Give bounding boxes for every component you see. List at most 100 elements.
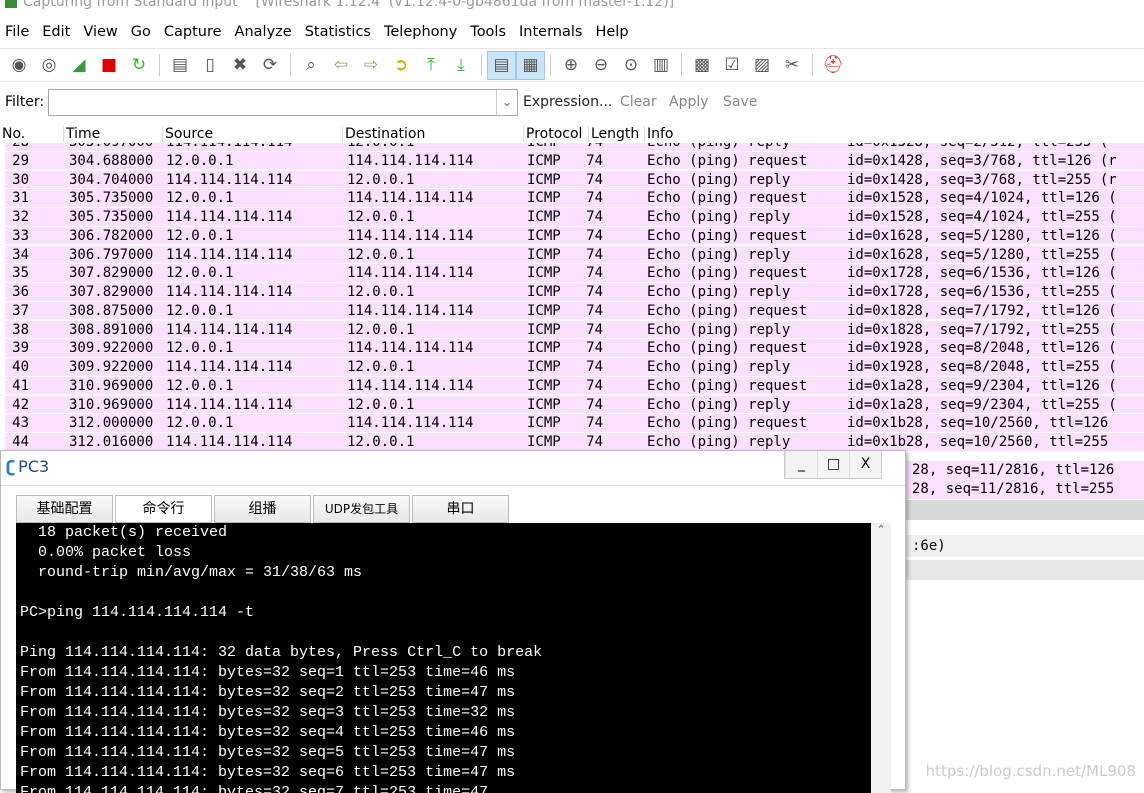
menu-file[interactable]: File xyxy=(0,22,37,46)
packet-row[interactable]: 43 312.000000 12.0.0.1 114.114.114.114 ICMP 7… xyxy=(5,414,1144,433)
menu-telephony[interactable]: Telephony xyxy=(379,22,465,46)
packet-row[interactable]: 36 307.829000 114.114.114.114 12.0.0.1 ICMP 7… xyxy=(5,283,1144,302)
packet-row[interactable]: 34 306.797000 114.114.114.114 12.0.0.1 ICMP 7… xyxy=(5,245,1144,265)
tab-3[interactable]: UDP发包工具 xyxy=(313,495,410,523)
window-title: Capturing from Standard input [Wireshark… xyxy=(0,0,674,12)
start-capture-button[interactable]: ◢ xyxy=(67,53,91,77)
cell-destination: 12.0.0.1 xyxy=(347,434,415,450)
packet-row[interactable]: 41 310.969000 12.0.0.1 114.114.114.114 ICMP 7… xyxy=(5,376,1144,396)
minimize-button[interactable]: _ xyxy=(785,451,817,477)
coloring-rules-button[interactable]: ▨ xyxy=(750,53,774,77)
pane-divider[interactable] xyxy=(906,500,1144,520)
packet-row[interactable]: 40 309.922000 114.114.114.114 12.0.0.1 ICMP 7… xyxy=(5,358,1144,377)
help-button[interactable]: ⛑ xyxy=(821,53,845,77)
menu-capture[interactable]: Capture xyxy=(159,22,230,46)
stop-capture-button[interactable]: ■ xyxy=(97,53,121,77)
menu-go[interactable]: Go xyxy=(126,22,159,46)
terminal-output[interactable]: 18 packet(s) received 0.00% packet loss … xyxy=(16,523,871,793)
detail-row[interactable]: :6e) xyxy=(906,535,1144,557)
apply-button[interactable]: Apply xyxy=(669,94,709,110)
go-forward-button[interactable]: ⇨ xyxy=(359,53,383,77)
capture-options-icon: ◎ xyxy=(41,55,57,75)
clear-button[interactable]: Clear xyxy=(620,94,657,110)
go-last-button[interactable]: ⤓ xyxy=(449,53,473,77)
packet-row[interactable]: 35 307.829000 12.0.0.1 114.114.114.114 ICMP 7… xyxy=(5,264,1144,283)
scroll-up-icon[interactable]: ⌃ xyxy=(871,523,891,536)
packet-row-partial[interactable]: 28, seq=11/2816, ttl=255 xyxy=(906,480,1144,499)
save-file-button[interactable]: ▯ xyxy=(198,53,222,77)
packet-row[interactable]: 32 305.735000 114.114.114.114 12.0.0.1 ICMP 7… xyxy=(5,208,1144,227)
interface-list-button[interactable]: ◉ xyxy=(7,53,31,77)
packet-row[interactable]: 29 304.688000 12.0.0.1 114.114.114.114 ICMP 7… xyxy=(5,151,1144,171)
packet-row[interactable]: 33 306.782000 12.0.0.1 114.114.114.114 ICMP 7… xyxy=(5,226,1144,246)
maximize-button[interactable]: □ xyxy=(817,451,849,477)
packet-details-pane: 28, seq=11/2816, ttl=126 28, seq=11/2816… xyxy=(906,461,1144,790)
packet-row[interactable]: 37 308.875000 12.0.0.1 114.114.114.114 ICMP 7… xyxy=(5,301,1144,321)
filter-input[interactable] xyxy=(48,89,518,116)
packet-row[interactable]: 28303.097000114.114.114.11412.0.0.1ICMP7… xyxy=(5,143,1144,152)
cell-no: 35 xyxy=(12,265,29,282)
cell-destination: 12.0.0.1 xyxy=(347,143,414,151)
cell-time: 312.016000 xyxy=(69,434,154,450)
close-button[interactable]: X xyxy=(849,451,881,477)
capture-filters-button[interactable]: ▩ xyxy=(690,53,714,77)
cell-no: 42 xyxy=(12,396,29,413)
find-packet-button[interactable]: ⌕ xyxy=(299,53,323,77)
cell-time: 305.735000 xyxy=(69,190,154,207)
auto-scroll-button[interactable]: ▦ xyxy=(516,50,545,80)
go-first-button[interactable]: ⤒ xyxy=(419,53,443,77)
menu-analyze[interactable]: Analyze xyxy=(230,22,300,46)
menu-tools[interactable]: Tools xyxy=(465,22,514,46)
tab-0[interactable]: 基础配置 xyxy=(16,495,113,523)
tab-4[interactable]: 串口 xyxy=(412,495,509,523)
packet-list[interactable]: 28303.097000114.114.114.11412.0.0.1ICMP7… xyxy=(5,143,1144,453)
packet-row[interactable]: 30 304.704000 114.114.114.114 12.0.0.1 ICMP 7… xyxy=(5,170,1144,190)
restart-capture-button[interactable]: ↻ xyxy=(127,53,151,77)
column-header-no[interactable]: No. xyxy=(0,126,25,142)
column-header-info[interactable]: Info xyxy=(644,126,674,142)
tab-2[interactable]: 组播 xyxy=(214,495,311,523)
column-header-destination[interactable]: Destination xyxy=(342,126,425,142)
column-header-time[interactable]: Time xyxy=(63,126,100,142)
colorize-button[interactable]: ▤ xyxy=(487,50,516,80)
colorize-icon: ▤ xyxy=(493,55,510,75)
packet-row[interactable]: 38 308.891000 114.114.114.114 12.0.0.1 ICMP 7… xyxy=(5,320,1144,340)
menu-internals[interactable]: Internals xyxy=(514,22,590,46)
cell-length: 74 xyxy=(586,171,603,188)
zoom-normal-button[interactable]: ⊙ xyxy=(619,53,643,77)
packet-row-partial[interactable]: 28, seq=11/2816, ttl=126 xyxy=(906,461,1144,480)
zoom-in-button[interactable]: ⊕ xyxy=(559,53,583,77)
packet-row[interactable]: 31 305.735000 12.0.0.1 114.114.114.114 ICMP 7… xyxy=(5,189,1144,208)
cell-info-detail: id=0x1528, seq=4/1024, ttl=255 ( xyxy=(847,209,1117,225)
resize-columns-button[interactable]: ▥ xyxy=(649,53,673,77)
packet-row[interactable]: 44 312.016000 114.114.114.114 12.0.0.1 ICMP 7… xyxy=(5,433,1144,452)
menu-edit[interactable]: Edit xyxy=(37,22,78,46)
close-file-button[interactable]: ✖ xyxy=(228,53,252,77)
cell-source: 114.114.114.114 xyxy=(166,434,293,450)
terminal-scrollbar[interactable]: ⌃ xyxy=(871,523,891,793)
toolbar-separator xyxy=(681,54,682,76)
column-header-length[interactable]: Length xyxy=(588,126,639,142)
open-file-button[interactable]: ▤ xyxy=(168,53,192,77)
capture-options-button[interactable]: ◎ xyxy=(37,53,61,77)
column-header-protocol[interactable]: Protocol xyxy=(523,126,582,142)
menu-view[interactable]: View xyxy=(78,22,125,46)
cell-info: Echo (ping) request xyxy=(647,377,808,394)
reload-button[interactable]: ⟳ xyxy=(258,53,282,77)
zoom-out-button[interactable]: ⊖ xyxy=(589,53,613,77)
save-button[interactable]: Save xyxy=(723,94,757,110)
detail-row[interactable] xyxy=(906,560,1144,580)
go-to-packet-button[interactable]: ➲ xyxy=(389,53,413,77)
column-header-source[interactable]: Source xyxy=(162,126,213,142)
expression-button[interactable]: Expression... xyxy=(523,94,612,110)
packet-row[interactable]: 42 310.969000 114.114.114.114 12.0.0.1 ICMP 7… xyxy=(5,395,1144,415)
cell-info-detail: id=0x1428, seq=3/768, ttl=126 (r xyxy=(847,152,1117,169)
tab-1[interactable]: 命令行 xyxy=(115,495,212,523)
go-back-button[interactable]: ⇦ xyxy=(329,53,353,77)
chevron-down-icon[interactable]: ⌄ xyxy=(496,90,517,115)
menu-help[interactable]: Help xyxy=(590,22,636,46)
packet-row[interactable]: 39 309.922000 12.0.0.1 114.114.114.114 ICMP 7… xyxy=(5,339,1144,358)
menu-statistics[interactable]: Statistics xyxy=(300,22,379,46)
display-filters-button[interactable]: ☑ xyxy=(720,53,744,77)
preferences-button[interactable]: ✂ xyxy=(780,53,804,77)
